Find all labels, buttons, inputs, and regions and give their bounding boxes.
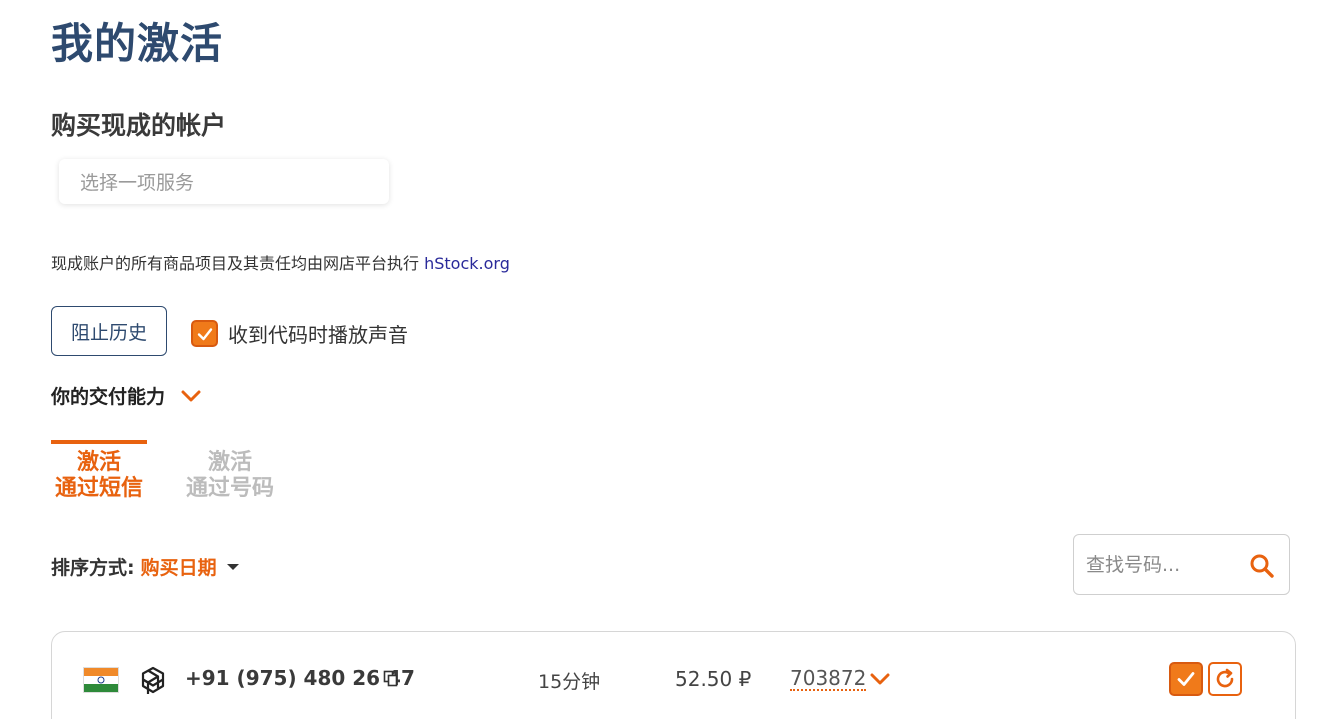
tab-number-line2: 通过号码 — [185, 476, 274, 501]
refresh-button[interactable] — [1208, 662, 1242, 696]
block-history-button[interactable]: 阻止历史 — [51, 306, 167, 356]
page-title: 我的激活 — [51, 19, 224, 68]
activation-price: 52.50 ₽ — [675, 667, 752, 691]
tab-sms-activation[interactable]: 激活 通过短信 — [51, 440, 147, 502]
capability-label: 你的交付能力 — [51, 386, 166, 408]
sort-control: 排序方式: 购买日期 — [51, 553, 239, 580]
checkmark-icon — [197, 327, 212, 340]
confirm-button[interactable] — [1169, 662, 1203, 696]
sort-dropdown[interactable]: 购买日期 — [141, 553, 217, 580]
notice-text: 现成账户的所有商品项目及其责任均由网店平台执行 — [51, 254, 425, 273]
sound-label[interactable]: 收到代码时播放声音 — [228, 319, 408, 348]
activation-code[interactable]: 703872 — [790, 667, 867, 691]
sound-checkbox[interactable] — [191, 320, 218, 347]
openai-icon — [141, 666, 165, 694]
chevron-down-icon — [181, 390, 201, 401]
sort-label: 排序方式: — [51, 557, 135, 579]
tab-sms-line1: 激活 — [76, 450, 121, 475]
caret-down-icon[interactable] — [226, 563, 239, 570]
tab-sms-line2: 通过短信 — [54, 476, 143, 501]
hstock-link[interactable]: hStock.org — [424, 254, 510, 273]
india-flag-icon — [83, 667, 119, 693]
tab-number-line1: 激活 — [207, 450, 252, 475]
chevron-down-icon[interactable] — [870, 672, 890, 686]
refresh-icon — [1216, 668, 1234, 688]
ready-accounts-title: 购买现成的帐户 — [51, 111, 227, 140]
service-select-placeholder: 选择一项服务 — [80, 172, 195, 194]
phone-search-box — [1073, 534, 1290, 595]
phone-number: +91 (975) 480 26 47 — [185, 666, 415, 690]
tab-number-activation[interactable]: 激活 通过号码 — [182, 440, 278, 502]
checkmark-icon — [1177, 672, 1195, 686]
delivery-capability-toggle[interactable]: 你的交付能力 — [51, 382, 201, 409]
activation-duration: 15分钟 — [538, 671, 601, 693]
activation-card: +91 (975) 480 26 47 15分钟 52.50 ₽ 703872 — [51, 631, 1296, 719]
service-select[interactable]: 选择一项服务 — [59, 159, 389, 204]
ready-accounts-notice: 现成账户的所有商品项目及其责任均由网店平台执行 hStock.org — [51, 250, 510, 274]
copy-icon[interactable] — [383, 670, 398, 687]
phone-search-input[interactable] — [1086, 553, 1236, 576]
search-icon[interactable] — [1249, 553, 1275, 579]
